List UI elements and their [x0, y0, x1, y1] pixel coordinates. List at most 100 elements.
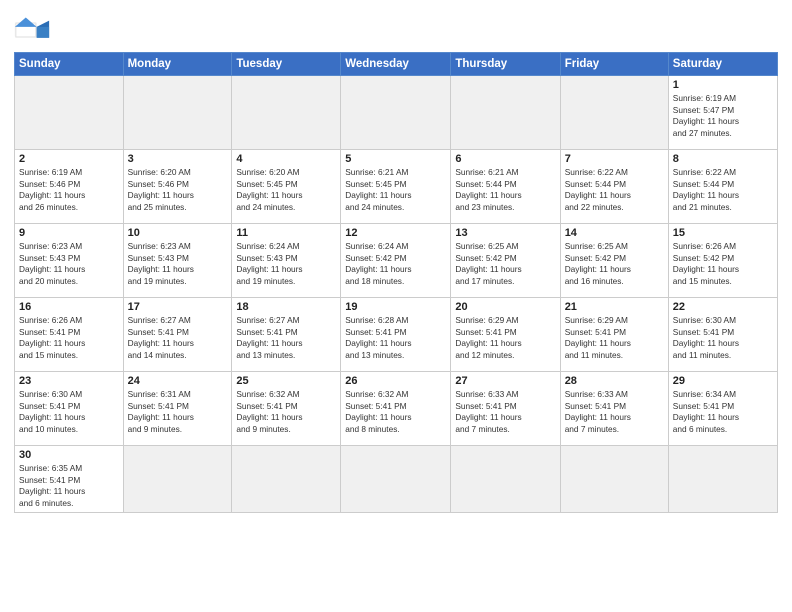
week-row-2: 2 Sunrise: 6:19 AM Sunset: 5:46 PM Daylig… [15, 150, 778, 224]
header [14, 10, 778, 44]
day-cell [560, 76, 668, 150]
day-cell: 25 Sunrise: 6:32 AM Sunset: 5:41 PM Dayli… [232, 372, 341, 446]
day-cell: 17 Sunrise: 6:27 AM Sunset: 5:41 PM Dayli… [123, 298, 232, 372]
day-cell [232, 76, 341, 150]
day-info: Sunrise: 6:25 AM Sunset: 5:42 PM Dayligh… [565, 241, 664, 287]
day-info: Sunrise: 6:34 AM Sunset: 5:41 PM Dayligh… [673, 389, 773, 435]
day-cell: 8 Sunrise: 6:22 AM Sunset: 5:44 PM Daylig… [668, 150, 777, 224]
day-number: 14 [565, 227, 664, 239]
day-cell: 12 Sunrise: 6:24 AM Sunset: 5:42 PM Dayli… [341, 224, 451, 298]
day-number: 28 [565, 375, 664, 387]
calendar-table: SundayMondayTuesdayWednesdayThursdayFrid… [14, 52, 778, 513]
day-cell: 14 Sunrise: 6:25 AM Sunset: 5:42 PM Dayli… [560, 224, 668, 298]
day-cell: 27 Sunrise: 6:33 AM Sunset: 5:41 PM Dayli… [451, 372, 560, 446]
day-number: 21 [565, 301, 664, 313]
day-number: 7 [565, 153, 664, 165]
day-info: Sunrise: 6:24 AM Sunset: 5:42 PM Dayligh… [345, 241, 446, 287]
weekday-header-saturday: Saturday [668, 53, 777, 76]
day-number: 12 [345, 227, 446, 239]
day-cell: 22 Sunrise: 6:30 AM Sunset: 5:41 PM Dayli… [668, 298, 777, 372]
week-row-6: 30Sunrise: 6:35 AM Sunset: 5:41 PM Dayli… [15, 446, 778, 513]
day-number: 4 [236, 153, 336, 165]
day-cell: 11Sunrise: 6:24 AM Sunset: 5:43 PM Dayli… [232, 224, 341, 298]
day-info: Sunrise: 6:30 AM Sunset: 5:41 PM Dayligh… [673, 315, 773, 361]
day-cell: 13 Sunrise: 6:25 AM Sunset: 5:42 PM Dayli… [451, 224, 560, 298]
day-cell: 26Sunrise: 6:32 AM Sunset: 5:41 PM Dayli… [341, 372, 451, 446]
day-info: Sunrise: 6:26 AM Sunset: 5:41 PM Dayligh… [19, 315, 119, 361]
day-cell: 30Sunrise: 6:35 AM Sunset: 5:41 PM Dayli… [15, 446, 124, 513]
day-cell: 20Sunrise: 6:29 AM Sunset: 5:41 PM Dayli… [451, 298, 560, 372]
day-cell: 19 Sunrise: 6:28 AM Sunset: 5:41 PM Dayli… [341, 298, 451, 372]
day-cell [341, 446, 451, 513]
logo-icon [14, 16, 50, 44]
day-number: 19 [345, 301, 446, 313]
day-cell: 6Sunrise: 6:21 AM Sunset: 5:44 PM Daylig… [451, 150, 560, 224]
day-info: Sunrise: 6:23 AM Sunset: 5:43 PM Dayligh… [128, 241, 228, 287]
day-info: Sunrise: 6:19 AM Sunset: 5:47 PM Dayligh… [673, 93, 773, 139]
day-number: 24 [128, 375, 228, 387]
day-cell [451, 76, 560, 150]
day-number: 8 [673, 153, 773, 165]
day-cell: 9 Sunrise: 6:23 AM Sunset: 5:43 PM Daylig… [15, 224, 124, 298]
day-cell [668, 446, 777, 513]
day-info: Sunrise: 6:28 AM Sunset: 5:41 PM Dayligh… [345, 315, 446, 361]
day-cell [123, 76, 232, 150]
day-cell: 16Sunrise: 6:26 AM Sunset: 5:41 PM Dayli… [15, 298, 124, 372]
day-cell: 4 Sunrise: 6:20 AM Sunset: 5:45 PM Daylig… [232, 150, 341, 224]
day-number: 27 [455, 375, 555, 387]
day-info: Sunrise: 6:20 AM Sunset: 5:46 PM Dayligh… [128, 167, 228, 213]
weekday-header-sunday: Sunday [15, 53, 124, 76]
day-cell: 3Sunrise: 6:20 AM Sunset: 5:46 PM Daylig… [123, 150, 232, 224]
day-info: Sunrise: 6:27 AM Sunset: 5:41 PM Dayligh… [128, 315, 228, 361]
weekday-header-row: SundayMondayTuesdayWednesdayThursdayFrid… [15, 53, 778, 76]
day-number: 20 [455, 301, 555, 313]
weekday-header-tuesday: Tuesday [232, 53, 341, 76]
day-number: 17 [128, 301, 228, 313]
day-cell: 23 Sunrise: 6:30 AM Sunset: 5:41 PM Dayli… [15, 372, 124, 446]
weekday-header-thursday: Thursday [451, 53, 560, 76]
day-cell [123, 446, 232, 513]
day-number: 2 [19, 153, 119, 165]
day-number: 10 [128, 227, 228, 239]
day-cell: 10 Sunrise: 6:23 AM Sunset: 5:43 PM Dayli… [123, 224, 232, 298]
day-info: Sunrise: 6:30 AM Sunset: 5:41 PM Dayligh… [19, 389, 119, 435]
day-info: Sunrise: 6:26 AM Sunset: 5:42 PM Dayligh… [673, 241, 773, 287]
week-row-1: 1 Sunrise: 6:19 AM Sunset: 5:47 PM Daylig… [15, 76, 778, 150]
day-cell: 2 Sunrise: 6:19 AM Sunset: 5:46 PM Daylig… [15, 150, 124, 224]
day-number: 25 [236, 375, 336, 387]
day-info: Sunrise: 6:21 AM Sunset: 5:45 PM Dayligh… [345, 167, 446, 213]
day-number: 26 [345, 375, 446, 387]
day-number: 5 [345, 153, 446, 165]
day-cell [341, 76, 451, 150]
day-cell: 21Sunrise: 6:29 AM Sunset: 5:41 PM Dayli… [560, 298, 668, 372]
day-number: 29 [673, 375, 773, 387]
day-number: 9 [19, 227, 119, 239]
day-cell: 18Sunrise: 6:27 AM Sunset: 5:41 PM Dayli… [232, 298, 341, 372]
day-cell: 15 Sunrise: 6:26 AM Sunset: 5:42 PM Dayli… [668, 224, 777, 298]
day-info: Sunrise: 6:32 AM Sunset: 5:41 PM Dayligh… [236, 389, 336, 435]
day-info: Sunrise: 6:19 AM Sunset: 5:46 PM Dayligh… [19, 167, 119, 213]
day-info: Sunrise: 6:25 AM Sunset: 5:42 PM Dayligh… [455, 241, 555, 287]
day-number: 23 [19, 375, 119, 387]
day-cell: 5 Sunrise: 6:21 AM Sunset: 5:45 PM Daylig… [341, 150, 451, 224]
week-row-4: 16Sunrise: 6:26 AM Sunset: 5:41 PM Dayli… [15, 298, 778, 372]
day-info: Sunrise: 6:35 AM Sunset: 5:41 PM Dayligh… [19, 463, 119, 509]
day-cell: 28Sunrise: 6:33 AM Sunset: 5:41 PM Dayli… [560, 372, 668, 446]
day-number: 13 [455, 227, 555, 239]
day-info: Sunrise: 6:20 AM Sunset: 5:45 PM Dayligh… [236, 167, 336, 213]
day-number: 15 [673, 227, 773, 239]
day-info: Sunrise: 6:22 AM Sunset: 5:44 PM Dayligh… [565, 167, 664, 213]
week-row-5: 23 Sunrise: 6:30 AM Sunset: 5:41 PM Dayli… [15, 372, 778, 446]
day-info: Sunrise: 6:33 AM Sunset: 5:41 PM Dayligh… [455, 389, 555, 435]
calendar-page: SundayMondayTuesdayWednesdayThursdayFrid… [0, 0, 792, 612]
day-info: Sunrise: 6:31 AM Sunset: 5:41 PM Dayligh… [128, 389, 228, 435]
weekday-header-friday: Friday [560, 53, 668, 76]
day-cell: 24 Sunrise: 6:31 AM Sunset: 5:41 PM Dayli… [123, 372, 232, 446]
day-number: 22 [673, 301, 773, 313]
day-info: Sunrise: 6:22 AM Sunset: 5:44 PM Dayligh… [673, 167, 773, 213]
day-info: Sunrise: 6:23 AM Sunset: 5:43 PM Dayligh… [19, 241, 119, 287]
day-number: 6 [455, 153, 555, 165]
day-cell [560, 446, 668, 513]
day-info: Sunrise: 6:24 AM Sunset: 5:43 PM Dayligh… [236, 241, 336, 287]
day-number: 1 [673, 79, 773, 91]
